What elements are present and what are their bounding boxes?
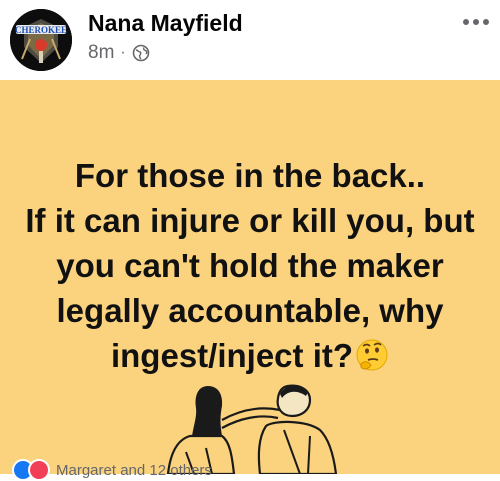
people-illustration	[150, 380, 370, 476]
post-timestamp[interactable]: 8m	[88, 42, 114, 64]
post-meta: 8m ·	[88, 42, 150, 64]
love-icon	[28, 459, 50, 481]
post-text: For those in the back.. If it can injure…	[0, 153, 500, 378]
more-dot	[463, 19, 469, 25]
post-text-line: legally accountable, why	[56, 292, 444, 329]
avatar-label: CHEROKEE	[15, 25, 67, 35]
post-text-line: For those in the back..	[74, 157, 426, 194]
meta-separator: ·	[120, 44, 126, 61]
more-dot	[473, 19, 479, 25]
post-text-line-last: ingest/inject it?	[0, 333, 500, 378]
post-text-line: you can't hold the maker	[56, 247, 444, 284]
reaction-count[interactable]: Margaret and 12 others	[56, 462, 212, 479]
avatar-image: CHEROKEE	[10, 9, 72, 71]
thinking-face-icon	[355, 338, 389, 372]
post-header: CHEROKEE Nana Mayfield 8m ·	[0, 0, 500, 80]
more-dot	[483, 19, 489, 25]
post-text-line: If it can injure or kill you, but	[25, 202, 475, 239]
reaction-summary[interactable]: Margaret and 12 others	[12, 459, 212, 481]
more-options-icon[interactable]	[458, 10, 494, 34]
author-name[interactable]: Nana Mayfield	[88, 10, 243, 37]
globe-icon[interactable]	[132, 44, 150, 62]
avatar[interactable]: CHEROKEE	[10, 9, 72, 71]
post-text-line: ingest/inject it?	[110, 337, 354, 374]
